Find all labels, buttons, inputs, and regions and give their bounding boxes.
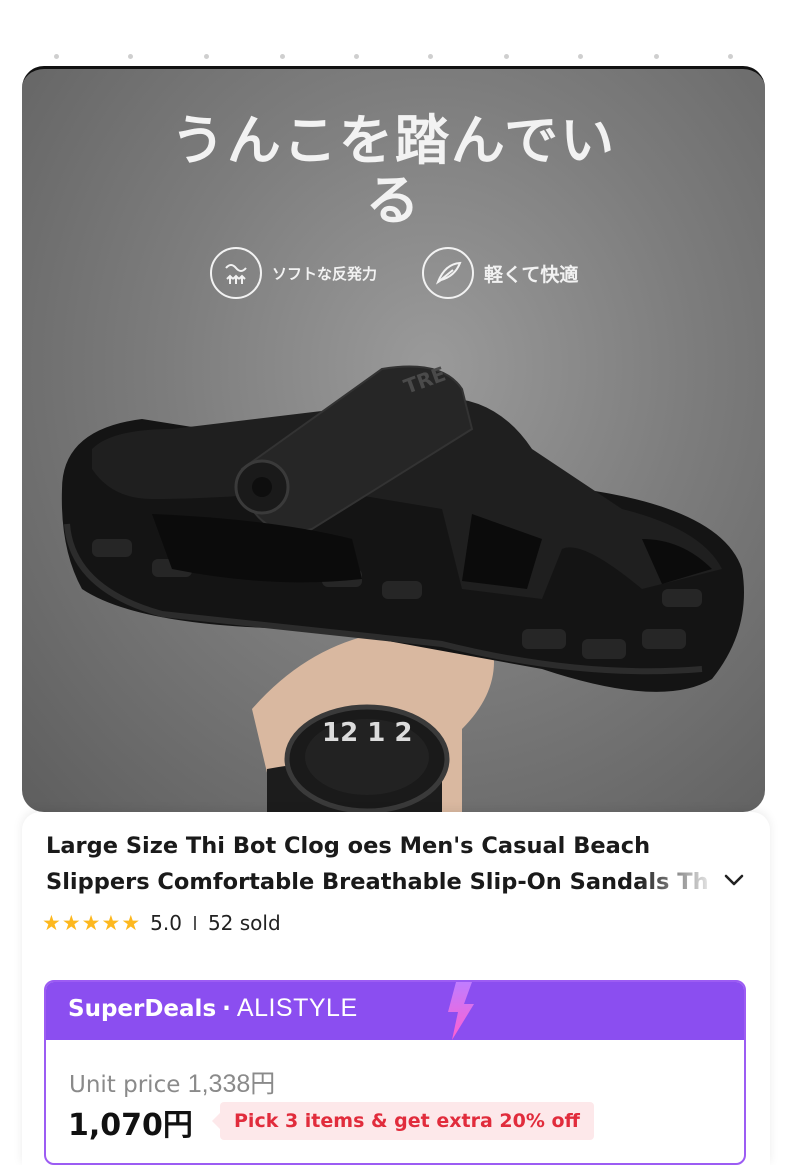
unit-price-label: Unit price bbox=[69, 1072, 181, 1098]
springy-cushion-icon bbox=[210, 247, 262, 299]
lightning-bolt-icon bbox=[448, 982, 474, 1040]
product-info-card: Large Size Thi Bot Clog oes Men's Casual… bbox=[22, 812, 770, 1165]
feature-lightweight-label: 軽くて快適 bbox=[484, 263, 579, 286]
star-rating: ★ ★ ★ ★ ★ bbox=[42, 912, 140, 934]
hero-headline-line2: る bbox=[365, 169, 422, 232]
superdeals-header: SuperDeals · ALISTYLE bbox=[46, 982, 744, 1040]
superdeals-brand: SuperDeals · ALISTYLE bbox=[68, 994, 358, 1023]
unit-price-value: 1,338円 bbox=[187, 1070, 276, 1098]
feature-soft-rebound: ソフトな反発力 bbox=[210, 247, 377, 299]
unit-price: Unit price 1,338円 bbox=[69, 1064, 275, 1100]
chevron-down-icon[interactable] bbox=[722, 868, 746, 892]
feature-soft-rebound-label: ソフトな反発力 bbox=[272, 264, 378, 283]
product-image[interactable]: 12 1 2 TRE うんこを踏んでい る ソフトな反発力 軽くて快適 bbox=[22, 66, 765, 812]
rating-row[interactable]: ★ ★ ★ ★ ★ 5.0 52 sold bbox=[42, 910, 281, 936]
brand-separator: · bbox=[222, 996, 231, 1022]
svg-text:12 1 2: 12 1 2 bbox=[322, 718, 412, 748]
sale-price: 1,070円 bbox=[68, 1108, 193, 1143]
star-icon: ★ bbox=[61, 911, 81, 935]
feather-icon bbox=[422, 247, 474, 299]
product-title[interactable]: Large Size Thi Bot Clog oes Men's Casual… bbox=[46, 828, 718, 900]
hero-headline-line1: うんこを踏んでい bbox=[170, 109, 617, 172]
hero-headline: うんこを踏んでい る bbox=[22, 111, 765, 231]
image-carousel-indicator bbox=[0, 54, 787, 64]
product-title-line2: Slippers Comfortable Breathable Slip-On … bbox=[46, 869, 709, 895]
rating-value: 5.0 bbox=[150, 911, 182, 935]
promo-badge[interactable]: Pick 3 items & get extra 20% off bbox=[212, 1102, 594, 1140]
superdeals-label: SuperDeals bbox=[68, 996, 217, 1022]
star-icon: ★ bbox=[42, 911, 61, 935]
product-title-line1: Large Size Thi Bot Clog oes Men's Casual… bbox=[46, 833, 651, 859]
feature-lightweight: 軽くて快適 bbox=[422, 247, 578, 299]
star-icon: ★ bbox=[101, 911, 121, 935]
star-icon: ★ bbox=[81, 911, 101, 935]
sold-count: 52 sold bbox=[207, 911, 281, 935]
store-name: ALISTYLE bbox=[236, 994, 358, 1022]
divider bbox=[193, 916, 196, 930]
superdeals-box[interactable]: SuperDeals · ALISTYLE Unit price 1,338円 1,… bbox=[44, 980, 746, 1165]
star-icon: ★ bbox=[121, 911, 141, 935]
